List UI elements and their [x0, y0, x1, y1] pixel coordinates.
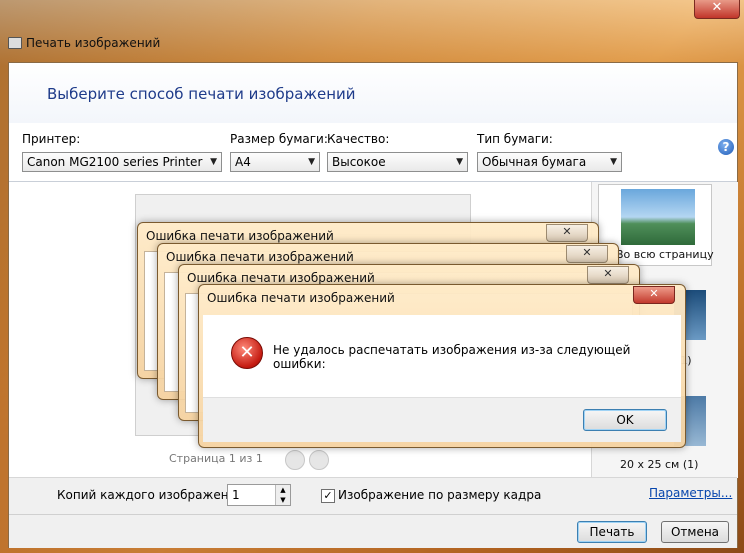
- fit-to-frame-checkbox[interactable]: ✓: [321, 489, 335, 503]
- error-dialog-body: ✕ Не удалось распечатать изображения из-…: [203, 315, 681, 397]
- landscape-thumbnail: [621, 189, 695, 245]
- prev-page-button[interactable]: [285, 450, 305, 470]
- paper-type-value: Обычная бумага: [482, 155, 587, 169]
- paper-type-label: Тип бумаги:: [477, 132, 553, 146]
- chevron-down-icon: ▼: [308, 157, 315, 167]
- print-button[interactable]: Печать: [577, 521, 647, 543]
- chevron-down-icon: ▼: [210, 157, 217, 167]
- close-icon[interactable]: ✕: [566, 245, 608, 263]
- quality-select[interactable]: Высокое ▼: [327, 152, 468, 172]
- parameters-link[interactable]: Параметры...: [649, 486, 732, 500]
- next-page-button[interactable]: [309, 450, 329, 470]
- chevron-down-icon: ▼: [456, 157, 463, 167]
- paper-size-value: A4: [235, 155, 251, 169]
- copies-value: 1: [232, 488, 240, 502]
- help-icon[interactable]: ?: [718, 139, 734, 155]
- layout-item-full-page-label: Во всю страницу: [616, 248, 714, 261]
- layout-item-3-label: 20 х 25 см (1): [620, 458, 699, 471]
- copies-stepper[interactable]: 1 ▲ ▼: [227, 484, 291, 506]
- error-dialog-footer: OK: [203, 397, 681, 442]
- error-message: Не удалось распечатать изображения из-за…: [273, 343, 631, 371]
- header-text: Выберите способ печати изображений: [47, 85, 356, 103]
- error-dialog-title: Ошибка печати изображений: [207, 291, 395, 305]
- error-dialog-title: Ошибка печати изображений: [187, 271, 375, 285]
- quality-value: Высокое: [332, 155, 386, 169]
- header-band: Выберите способ печати изображений: [9, 63, 737, 123]
- error-dialog-title: Ошибка печати изображений: [146, 229, 334, 243]
- close-icon[interactable]: ✕: [546, 224, 588, 242]
- page-info: Страница 1 из 1: [169, 452, 263, 465]
- printer-select-value: Canon MG2100 series Printer: [27, 155, 203, 169]
- printer-label: Принтер:: [22, 132, 81, 146]
- printer-select[interactable]: Canon MG2100 series Printer ▼: [22, 152, 222, 172]
- chevron-down-icon: ▼: [610, 157, 617, 167]
- error-dialog: Ошибка печати изображений ✕ ✕ Не удалось…: [198, 284, 686, 448]
- stepper-arrows-icon[interactable]: ▲ ▼: [275, 485, 290, 505]
- ok-button[interactable]: OK: [583, 409, 667, 431]
- print-app-icon: [8, 37, 22, 49]
- quality-label: Качество:: [327, 132, 390, 146]
- error-dialog-title: Ошибка печати изображений: [166, 250, 354, 264]
- paper-type-select[interactable]: Обычная бумага ▼: [477, 152, 622, 172]
- copies-label: Копий каждого изображения:: [57, 488, 248, 502]
- close-icon[interactable]: ✕: [633, 286, 675, 304]
- cancel-button[interactable]: Отмена: [661, 521, 729, 543]
- close-icon[interactable]: ✕: [587, 266, 629, 284]
- paper-size-select[interactable]: A4 ▼: [230, 152, 320, 172]
- window-title: Печать изображений: [26, 36, 161, 50]
- bottom-bar: Копий каждого изображения: 1 ▲ ▼ ✓ Изобра…: [9, 477, 737, 548]
- window-close-button[interactable]: ✕: [694, 0, 740, 19]
- error-icon: ✕: [231, 337, 263, 369]
- paper-size-label: Размер бумаги:: [230, 132, 328, 146]
- divider: [9, 514, 737, 515]
- fit-to-frame-label: Изображение по размеру кадра: [338, 488, 542, 502]
